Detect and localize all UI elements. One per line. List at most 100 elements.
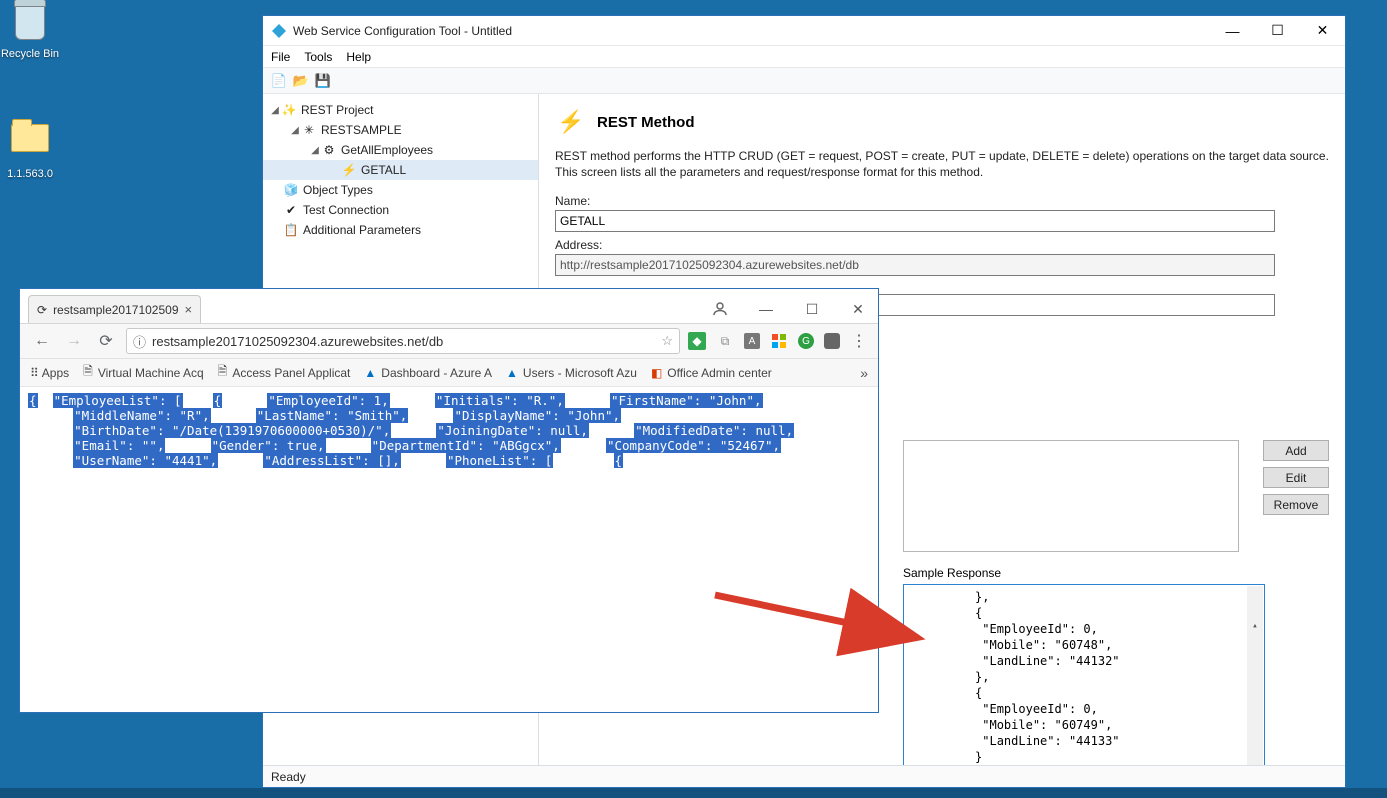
lightning-icon: ⚡	[341, 162, 357, 178]
azure-icon: ▲	[506, 366, 518, 380]
menu-tools[interactable]: Tools	[304, 50, 332, 64]
back-button[interactable]: ←	[30, 329, 54, 353]
address-input	[555, 254, 1275, 276]
operation-icon: ⚙	[321, 142, 337, 158]
browser-tab[interactable]: ⟳ restsample2017102509 ×	[28, 295, 201, 323]
sample-response-box[interactable]: }, { "EmployeeId": 0, "Mobile": "60748",…	[903, 584, 1265, 765]
tree-testconn-label: Test Connection	[303, 203, 389, 217]
tab-title: restsample2017102509	[53, 303, 178, 317]
ext-icon-windows[interactable]	[770, 332, 788, 350]
tree-getallemployees[interactable]: ◢ ⚙ GetAllEmployees	[263, 140, 538, 160]
azure-icon: ▲	[364, 366, 376, 380]
tree-getall[interactable]: ⚡ GETALL	[263, 160, 538, 180]
menubar: File Tools Help	[263, 46, 1345, 68]
check-icon: ✔	[283, 202, 299, 218]
save-icon[interactable]: 💾	[315, 73, 331, 89]
tree-additional-params[interactable]: 📋 Additional Parameters	[263, 220, 538, 240]
open-icon[interactable]: 📂	[293, 73, 309, 89]
office-icon: ◧	[651, 366, 662, 380]
menu-help[interactable]: Help	[346, 50, 371, 64]
list-icon: 📋	[283, 222, 299, 238]
tree-getallemp-label: GetAllEmployees	[341, 143, 433, 157]
ext-icon-green[interactable]: ◆	[688, 332, 706, 350]
tree-objtypes-label: Object Types	[303, 183, 373, 197]
statusbar: Ready	[263, 765, 1345, 787]
tree-test-connection[interactable]: ✔ Test Connection	[263, 200, 538, 220]
bookmark-azure-dash[interactable]: ▲Dashboard - Azure A	[364, 366, 492, 380]
bookmark-apps[interactable]: ⠿Apps	[30, 366, 69, 380]
tree-restsample[interactable]: ◢ ✳ RESTSAMPLE	[263, 120, 538, 140]
reload-button[interactable]: ⟳	[94, 329, 118, 353]
status-text: Ready	[271, 770, 306, 784]
edit-button[interactable]: Edit	[1263, 467, 1329, 488]
bookmark-azure-users[interactable]: ▲Users - Microsoft Azu	[506, 366, 637, 380]
toolbar: 📄 📂 💾	[263, 68, 1345, 94]
rest-method-icon: ⚡	[555, 106, 587, 138]
tree-restsample-label: RESTSAMPLE	[321, 123, 402, 137]
parameter-list[interactable]	[903, 440, 1239, 552]
tree-root-label: REST Project	[301, 103, 373, 117]
sample-scrollbar[interactable]: ▴ ▾	[1247, 586, 1263, 765]
recycle-bin[interactable]: Recycle Bin	[0, 4, 65, 60]
wizard-icon: ✨	[281, 102, 297, 118]
browser-minimize[interactable]: —	[754, 297, 778, 321]
app-titlebar[interactable]: Web Service Configuration Tool - Untitle…	[263, 16, 1345, 46]
extension-icons: ◆ ⧉ A G ⋮	[688, 332, 868, 350]
ext-icon-a[interactable]: A	[744, 333, 760, 349]
menu-file[interactable]: File	[271, 50, 290, 64]
desktop-folder[interactable]: 1.1.563.0	[0, 114, 65, 180]
browser-window: ⟳ restsample2017102509 × — ☐ ✕ ← → ⟳ ⓘ r…	[19, 288, 879, 713]
tree-root[interactable]: ◢ ✨ REST Project	[263, 100, 538, 120]
browser-page-content[interactable]: { "EmployeeList": [ { "EmployeeId": 1, "…	[20, 387, 878, 712]
sample-response-label: Sample Response	[903, 566, 1265, 580]
site-info-icon[interactable]: ⓘ	[133, 332, 146, 351]
ext-icon-grammarly[interactable]: G	[798, 333, 814, 349]
remove-button[interactable]: Remove	[1263, 494, 1329, 515]
scroll-up-icon[interactable]: ▴	[1247, 618, 1263, 634]
recycle-bin-icon	[15, 4, 45, 40]
name-input[interactable]	[555, 210, 1275, 232]
forward-button[interactable]: →	[62, 329, 86, 353]
bookmark-vm[interactable]: 🗎Virtual Machine Acq	[83, 362, 204, 383]
bookmark-office-admin[interactable]: ◧Office Admin center	[651, 366, 772, 380]
app-icon	[271, 23, 287, 39]
tree-getall-label: GETALL	[361, 163, 406, 177]
page-icon: 🗎	[218, 362, 228, 383]
browser-close[interactable]: ✕	[846, 297, 870, 321]
tab-close-icon[interactable]: ×	[185, 302, 193, 317]
taskbar[interactable]	[0, 788, 1387, 798]
globe-icon: ⟳	[37, 303, 47, 317]
sample-response-text: }, { "EmployeeId": 0, "Mobile": "60748",…	[910, 590, 1127, 765]
bookmarks-bar: ⠿Apps 🗎Virtual Machine Acq 🗎Access Panel…	[20, 359, 878, 387]
param-buttons: Add Edit Remove	[1263, 440, 1329, 515]
star-icon[interactable]: ☆	[661, 333, 673, 349]
close-button[interactable]: ✕	[1300, 16, 1345, 45]
profile-icon[interactable]	[708, 297, 732, 321]
address-bar: ← → ⟳ ⓘ restsample20171025092304.azurewe…	[20, 323, 878, 359]
name-label: Name:	[555, 194, 1329, 208]
rest-method-description: REST method performs the HTTP CRUD (GET …	[555, 148, 1329, 180]
browser-maximize[interactable]: ☐	[800, 297, 824, 321]
ext-icon-translate[interactable]: ⧉	[716, 332, 734, 350]
recycle-bin-label: Recycle Bin	[0, 48, 65, 60]
page-icon: 🗎	[83, 362, 93, 383]
minimize-button[interactable]: —	[1210, 16, 1255, 45]
rest-icon: ✳	[301, 122, 317, 138]
new-icon[interactable]: 📄	[271, 73, 287, 89]
bookmark-overflow[interactable]: »	[860, 365, 868, 381]
url-text: restsample20171025092304.azurewebsites.n…	[152, 334, 443, 349]
folder-icon	[11, 124, 49, 152]
app-title: Web Service Configuration Tool - Untitle…	[293, 24, 512, 38]
folder-label: 1.1.563.0	[0, 168, 65, 180]
tabstrip: ⟳ restsample2017102509 × — ☐ ✕	[20, 289, 878, 323]
add-button[interactable]: Add	[1263, 440, 1329, 461]
cube-icon: 🧊	[283, 182, 299, 198]
maximize-button[interactable]: ☐	[1255, 16, 1300, 45]
ext-icon-gray[interactable]	[824, 333, 840, 349]
address-label: Address:	[555, 238, 1329, 252]
browser-menu-icon[interactable]: ⋮	[850, 332, 868, 350]
omnibox[interactable]: ⓘ restsample20171025092304.azurewebsites…	[126, 328, 680, 354]
tree-object-types[interactable]: 🧊 Object Types	[263, 180, 538, 200]
tree-addparams-label: Additional Parameters	[303, 223, 421, 237]
bookmark-access-panel[interactable]: 🗎Access Panel Applicat	[218, 362, 351, 383]
